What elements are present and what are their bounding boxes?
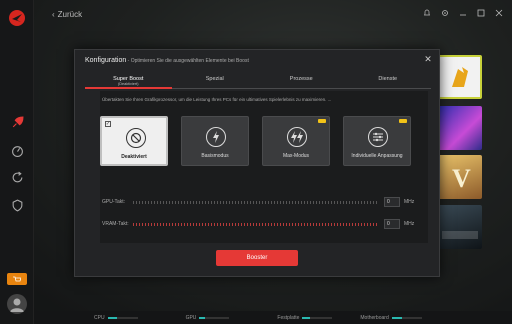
tab-spezial[interactable]: Spezial: [171, 75, 258, 89]
status-disk: Festplatte: [277, 315, 333, 321]
vram-clock-unit: MHz: [404, 221, 415, 227]
game-tile-fortnite[interactable]: [438, 106, 482, 150]
chevron-left-icon: ‹: [52, 10, 55, 19]
game-tile-call-of-duty[interactable]: [438, 205, 482, 249]
back-button[interactable]: ‹ Zurück: [52, 10, 82, 19]
back-label: Zurück: [57, 10, 83, 19]
close-icon[interactable]: ✕: [423, 54, 433, 64]
game-tile-counter-strike[interactable]: [438, 55, 482, 99]
mode-label: Deaktiviert: [121, 154, 147, 160]
refresh-icon[interactable]: [7, 167, 27, 187]
super-boost-panel: Übertakten Sie Ihren Grafikprozessor, um…: [100, 91, 428, 243]
gpu-clock-unit: MHz: [404, 199, 415, 205]
double-lightning-icon: [287, 127, 307, 147]
vram-clock-row: VRAM-Takt: 0 MHz: [100, 219, 428, 229]
gear-icon[interactable]: [440, 8, 450, 18]
dialog-tabs: Super Boost (Deaktiviert) Spezial Prozes…: [85, 75, 431, 89]
minimize-icon[interactable]: [458, 8, 468, 18]
tab-super-boost[interactable]: Super Boost (Deaktiviert): [85, 75, 172, 89]
maximize-icon[interactable]: [476, 8, 486, 18]
mode-card-max-modus[interactable]: Max-Modus: [262, 116, 330, 166]
booster-button[interactable]: Booster: [216, 250, 298, 266]
tab-prozesse[interactable]: Prozesse: [258, 75, 345, 89]
game-tile-gta-v[interactable]: V: [438, 155, 482, 199]
vram-clock-slider[interactable]: [133, 223, 377, 226]
rocket-icon[interactable]: [7, 112, 27, 132]
ban-icon: [126, 128, 146, 148]
speedometer-icon[interactable]: [7, 140, 27, 160]
window-controls: [422, 8, 504, 18]
cart-icon[interactable]: [7, 273, 27, 285]
status-motherboard: Motherboard: [360, 315, 422, 321]
lightning-icon: [206, 127, 226, 147]
svg-text:V: V: [452, 164, 471, 193]
sidebar: [0, 0, 34, 324]
dialog-subtitle: - Optimieren Sie die ausgewählten Elemen…: [126, 58, 249, 64]
gpu-clock-label: GPU-Takt:: [102, 199, 126, 205]
configuration-dialog: Konfiguration - Optimieren Sie die ausge…: [74, 49, 440, 277]
gpu-clock-input[interactable]: 0: [384, 197, 400, 207]
mode-card-deaktiviert[interactable]: ✓ Deaktiviert: [100, 116, 168, 166]
shield-icon[interactable]: [7, 195, 27, 215]
mode-card-basismodus[interactable]: Basismodus: [181, 116, 249, 166]
status-bar: CPU GPU Festplatte Motherboard: [34, 311, 512, 324]
sliders-icon: [368, 127, 388, 147]
gpu-clock-slider[interactable]: [133, 201, 377, 204]
mode-label: Max-Modus: [282, 153, 310, 159]
tab-dienste[interactable]: Dienste: [344, 75, 431, 89]
mode-label: Individuelle Anpassung: [351, 153, 403, 159]
avatar[interactable]: [7, 294, 27, 314]
premium-badge: [399, 119, 407, 123]
status-cpu: CPU: [94, 315, 138, 321]
checkbox-icon: ✓: [105, 121, 111, 127]
status-gpu: GPU: [186, 315, 230, 321]
vram-clock-label: VRAM-Takt:: [102, 221, 129, 227]
app-logo-icon: [7, 8, 27, 28]
vram-clock-input[interactable]: 0: [384, 219, 400, 229]
premium-badge: [318, 119, 326, 123]
panel-description: Übertakten Sie Ihren Grafikprozessor, um…: [102, 97, 332, 102]
gpu-clock-row: GPU-Takt: 0 MHz: [100, 197, 428, 207]
bell-icon[interactable]: [422, 8, 432, 18]
close-window-icon[interactable]: [494, 8, 504, 18]
mode-label: Basismodus: [201, 153, 229, 159]
mode-card-individuelle-anpassung[interactable]: Individuelle Anpassung: [343, 116, 411, 166]
dialog-title: Konfiguration - Optimieren Sie die ausge…: [85, 57, 249, 64]
